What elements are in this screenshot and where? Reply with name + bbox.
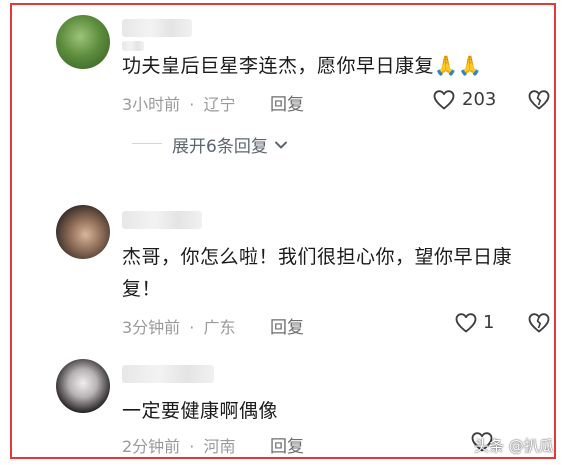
username-blurred[interactable] (122, 211, 202, 229)
meta-separator: · (189, 95, 195, 114)
comment-list: 功夫皇后巨星李连杰，愿你早日康复🙏🙏 3小时前 · 辽宁 回复 203 展开6条… (10, 3, 556, 459)
like-icon[interactable] (432, 88, 456, 112)
avatar[interactable] (56, 15, 110, 69)
expand-replies-button[interactable]: 展开6条回复 (172, 132, 288, 157)
reply-button[interactable]: 回复 (270, 313, 304, 338)
like-icon[interactable] (454, 311, 478, 335)
comment-text-line2: 复！ (122, 278, 162, 300)
meta-separator: · (189, 437, 195, 456)
dislike-icon[interactable] (527, 311, 551, 335)
expand-replies-label: 展开6条回复 (172, 137, 268, 157)
username-blurred[interactable] (122, 365, 214, 383)
chevron-down-icon (274, 138, 288, 152)
dislike-icon[interactable] (527, 88, 551, 112)
like-count: 203 (462, 89, 497, 110)
comment-meta: 3分钟前 · 广东 (122, 314, 235, 338)
comment-location: 河南 (203, 437, 236, 456)
comment-text: 一定要健康啊偶像 (122, 400, 279, 422)
meta-separator: · (189, 318, 195, 337)
comment-meta: 3小时前 · 辽宁 (122, 91, 235, 115)
comment-time: 2分钟前 (122, 437, 181, 456)
comment-meta: 2分钟前 · 河南 (122, 433, 235, 457)
comment-time: 3小时前 (122, 95, 181, 114)
avatar[interactable] (56, 359, 110, 413)
expand-divider (132, 143, 162, 144)
comment-location: 广东 (203, 318, 236, 337)
comment-text-line1: 杰哥，你怎么啦！我们很担心你，望你早日康 (122, 246, 513, 268)
watermark: 头条 @扒瓜 (474, 437, 554, 455)
comment-text: 功夫皇后巨星李连杰，愿你早日康复🙏🙏 (122, 55, 483, 77)
reply-button[interactable]: 回复 (270, 90, 304, 115)
reply-button[interactable]: 回复 (270, 432, 304, 457)
comment-time: 3分钟前 (122, 318, 181, 337)
username-blurred[interactable] (122, 19, 192, 37)
comment-location: 辽宁 (203, 95, 236, 114)
like-count: 1 (483, 312, 495, 333)
avatar[interactable] (56, 205, 110, 259)
